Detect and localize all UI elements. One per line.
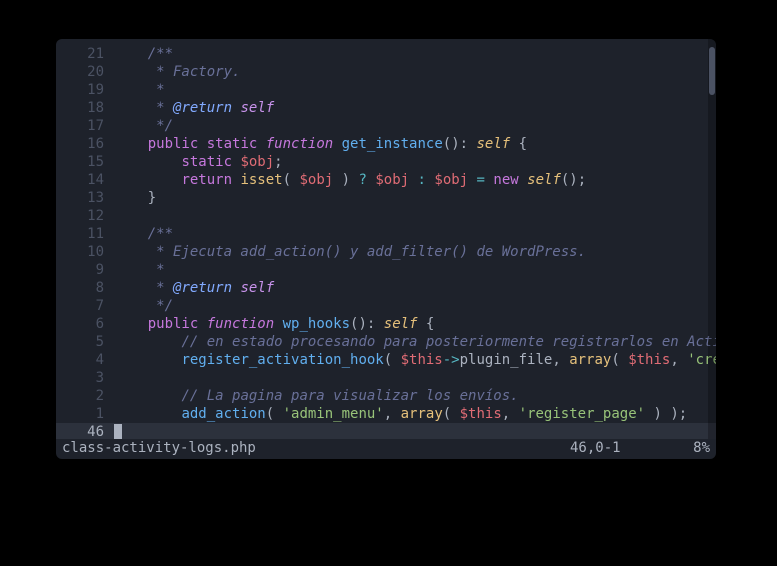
code-line[interactable]: 8 * @return self xyxy=(56,279,716,297)
code-line[interactable]: 14 return isset( $obj ) ? $obj : $obj = … xyxy=(56,171,716,189)
code-line[interactable]: 13 } xyxy=(56,189,716,207)
line-content: * @return self xyxy=(114,279,716,297)
line-content: * xyxy=(114,81,716,99)
line-content: */ xyxy=(114,297,716,315)
line-content: * Ejecuta add_action() y add_filter() de… xyxy=(114,243,716,261)
line-number: 4 xyxy=(56,351,114,369)
line-content: public static function get_instance(): s… xyxy=(114,135,716,153)
code-line[interactable]: 6 public function wp_hooks(): self { xyxy=(56,315,716,333)
text-cursor xyxy=(114,424,122,439)
line-content: } xyxy=(114,189,716,207)
code-line[interactable]: 21 /** xyxy=(56,45,716,63)
line-content: public function wp_hooks(): self { xyxy=(114,315,716,333)
line-number: 12 xyxy=(56,207,114,225)
line-number: 10 xyxy=(56,243,114,261)
line-number: 14 xyxy=(56,171,114,189)
line-content: * xyxy=(114,261,716,279)
status-percent: 8% xyxy=(680,439,710,457)
line-number: 2 xyxy=(56,387,114,405)
line-number: 3 xyxy=(56,369,114,387)
code-line[interactable]: 18 * @return self xyxy=(56,99,716,117)
line-number: 5 xyxy=(56,333,114,351)
line-content: static $obj; xyxy=(114,153,716,171)
code-area[interactable]: 21 /**20 * Factory.19 *18 * @return self… xyxy=(56,39,716,439)
code-line[interactable]: 5 // en estado procesando para posterior… xyxy=(56,333,716,351)
code-line[interactable]: 9 * xyxy=(56,261,716,279)
line-content xyxy=(114,369,716,387)
code-line[interactable]: 19 * xyxy=(56,81,716,99)
code-line[interactable]: 7 */ xyxy=(56,297,716,315)
terminal-window: 21 /**20 * Factory.19 *18 * @return self… xyxy=(56,39,716,459)
code-line[interactable]: 2 // La pagina para visualizar los envío… xyxy=(56,387,716,405)
line-number: 13 xyxy=(56,189,114,207)
line-number: 46 xyxy=(56,423,114,439)
code-line[interactable]: 10 * Ejecuta add_action() y add_filter()… xyxy=(56,243,716,261)
line-number: 6 xyxy=(56,315,114,333)
line-content: /** xyxy=(114,45,716,63)
code-line[interactable]: 4 register_activation_hook( $this->plugi… xyxy=(56,351,716,369)
line-number: 15 xyxy=(56,153,114,171)
line-number: 16 xyxy=(56,135,114,153)
line-content: // en estado procesando para posteriorme… xyxy=(114,333,716,351)
line-number: 9 xyxy=(56,261,114,279)
editor-body: 21 /**20 * Factory.19 *18 * @return self… xyxy=(56,39,716,439)
line-content: * @return self xyxy=(114,99,716,117)
line-content: return isset( $obj ) ? $obj : $obj = new… xyxy=(114,171,716,189)
line-number: 1 xyxy=(56,405,114,423)
line-number: 11 xyxy=(56,225,114,243)
line-number: 8 xyxy=(56,279,114,297)
scrollbar-thumb[interactable] xyxy=(709,47,715,95)
line-content: * Factory. xyxy=(114,63,716,81)
code-line[interactable]: 20 * Factory. xyxy=(56,63,716,81)
scrollbar-track[interactable] xyxy=(708,39,716,439)
code-line[interactable]: 3 xyxy=(56,369,716,387)
line-content xyxy=(114,207,716,225)
code-line[interactable]: 15 static $obj; xyxy=(56,153,716,171)
line-number: 21 xyxy=(56,45,114,63)
line-number: 20 xyxy=(56,63,114,81)
line-content: add_action( 'admin_menu', array( $this, … xyxy=(114,405,716,423)
status-filename: class-activity-logs.php xyxy=(62,439,570,457)
code-line-current[interactable]: 46 xyxy=(56,423,716,439)
line-content: // La pagina para visualizar los envíos. xyxy=(114,387,716,405)
code-line[interactable]: 16 public static function get_instance()… xyxy=(56,135,716,153)
line-content: /** xyxy=(114,225,716,243)
status-cursor-pos: 46,0-1 xyxy=(570,439,680,457)
code-line[interactable]: 12 xyxy=(56,207,716,225)
code-line[interactable]: 1 add_action( 'admin_menu', array( $this… xyxy=(56,405,716,423)
line-content: */ xyxy=(114,117,716,135)
line-number: 19 xyxy=(56,81,114,99)
line-number: 18 xyxy=(56,99,114,117)
status-bar: class-activity-logs.php 46,0-1 8% xyxy=(56,439,716,459)
code-line[interactable]: 11 /** xyxy=(56,225,716,243)
line-number: 17 xyxy=(56,117,114,135)
line-content xyxy=(114,423,716,439)
line-number: 7 xyxy=(56,297,114,315)
line-content: register_activation_hook( $this->plugin_… xyxy=(114,351,716,369)
code-line[interactable]: 17 */ xyxy=(56,117,716,135)
